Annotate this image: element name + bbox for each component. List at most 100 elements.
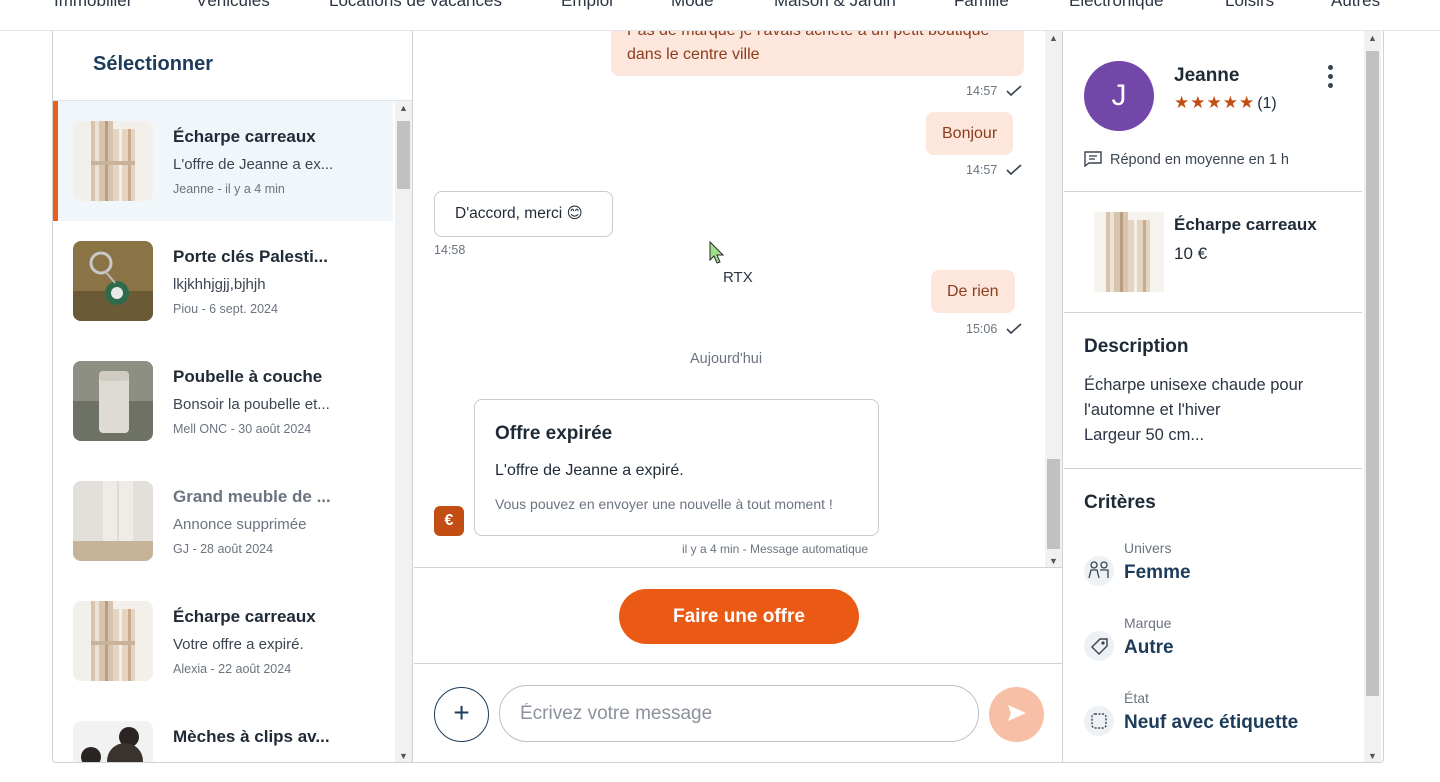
description-line: Largeur 50 cm...	[1084, 426, 1205, 444]
message-text: Bonjour	[942, 125, 998, 142]
product-title[interactable]: Écharpe carreaux	[1174, 215, 1317, 235]
description-line: l'automne et l'hiver	[1084, 401, 1221, 419]
day-separator: Aujourd'hui	[690, 351, 763, 367]
offer-card-title: Offre expirée	[495, 423, 613, 444]
offer-action-area: Faire une offre	[414, 568, 1063, 664]
expired-offer-card: Offre expirée L'offre de Jeanne a expiré…	[474, 399, 879, 536]
conversation-title: Porte clés Palesti...	[173, 247, 328, 266]
conversation-item[interactable]: Porte clés Palesti... lkjkhhjgjj,bjhjh P…	[53, 221, 393, 341]
make-offer-button[interactable]: Faire une offre	[619, 589, 859, 644]
euro-shield-icon: €	[434, 506, 464, 536]
message-text: De rien	[947, 283, 999, 300]
message-time: 14:57	[966, 163, 998, 177]
rating-count[interactable]: (1)	[1257, 95, 1277, 112]
nav-item-vehicules[interactable]: Véhicules	[196, 0, 270, 11]
conversation-list: Écharpe carreaux L'offre de Jeanne a ex.…	[53, 101, 393, 762]
message-time: 14:58	[434, 243, 466, 257]
messaging-frame: Sélectionner Écharpe carreaux L'offre de…	[52, 31, 1384, 763]
nav-item-locations[interactable]: Locations de vacances	[329, 0, 502, 11]
details-panel: J Jeanne ★★★★★ (1) Répond en moyenne en 1…	[1064, 31, 1364, 762]
read-check-icon	[1006, 323, 1022, 335]
conversation-item[interactable]: Mèches à clips av...	[53, 701, 393, 762]
euro-symbol: €	[444, 512, 454, 529]
nav-item-electronique[interactable]: Électronique	[1069, 0, 1164, 11]
criteria-label: Marque	[1124, 615, 1172, 631]
nav-item-loisirs[interactable]: Loisirs	[1225, 0, 1274, 11]
attach-plus-button[interactable]: +	[434, 687, 489, 742]
message-text: Pas de marque je l'avais acheté à un pet…	[627, 31, 1008, 43]
scarf-thumbnail	[73, 601, 153, 681]
people-icon	[1084, 556, 1114, 586]
select-header[interactable]: Sélectionner	[53, 31, 412, 101]
select-label: Sélectionner	[93, 53, 214, 75]
scroll-up-icon[interactable]: ▲	[1368, 33, 1377, 43]
description-line: Écharpe unisexe chaude pour	[1084, 376, 1304, 394]
conversation-title: Écharpe carreaux	[173, 127, 316, 146]
nav-item-immobilier[interactable]: Immobilier	[54, 0, 132, 11]
conversation-item[interactable]: Poubelle à couche Bonsoir la poubelle et…	[53, 341, 393, 461]
conversation-meta: Jeanne - il y a 4 min	[173, 182, 285, 196]
send-button[interactable]	[989, 687, 1044, 742]
avatar-initial: J	[1111, 79, 1127, 112]
criteria-label: Univers	[1124, 540, 1172, 556]
conversation-title: Grand meuble de ...	[173, 487, 331, 506]
conversation-snippet: L'offre de Jeanne a ex...	[173, 156, 334, 173]
seller-name[interactable]: Jeanne	[1174, 65, 1239, 87]
conversation-meta: Mell ONC - 30 août 2024	[173, 422, 312, 436]
conversation-meta: Alexia - 22 août 2024	[173, 662, 292, 676]
nav-item-mode[interactable]: Mode	[671, 0, 714, 11]
compose-bar: +	[414, 664, 1063, 762]
scrollbar-thumb[interactable]	[1047, 459, 1060, 549]
criteria-title: Critères	[1084, 492, 1156, 513]
read-check-icon	[1006, 85, 1022, 97]
scroll-down-icon[interactable]: ▼	[1049, 556, 1058, 566]
conversation-snippet: Annonce supprimée	[173, 516, 307, 533]
criteria-etat: État Neuf avec étiquette	[1084, 690, 1344, 750]
message-thread: Pas de marque je l'avais acheté à un pet…	[414, 31, 1063, 568]
badge-icon	[1084, 706, 1114, 736]
nav-item-maison[interactable]: Maison & Jardin	[774, 0, 896, 11]
product-section[interactable]	[1064, 192, 1362, 313]
scroll-up-icon[interactable]: ▲	[399, 103, 408, 113]
criteria-value: Femme	[1124, 562, 1191, 583]
offer-card-note: Vous pouvez en envoyer une nouvelle à to…	[495, 496, 833, 512]
details-scrollbar[interactable]: ▲ ▼	[1364, 31, 1381, 762]
outgoing-message: Pas de marque je l'avais acheté à un pet…	[611, 31, 1024, 76]
scarf-thumbnail	[73, 121, 153, 201]
offer-card-body: L'offre de Jeanne a expiré.	[495, 462, 684, 479]
criteria-label: État	[1124, 690, 1149, 706]
scrollbar-thumb[interactable]	[397, 121, 410, 189]
nav-item-famille[interactable]: Famille	[954, 0, 1009, 11]
nav-item-autres[interactable]: Autres	[1331, 0, 1380, 11]
response-text: Répond en moyenne en 1 h	[1110, 152, 1289, 168]
offer-card-footer: il y a 4 min - Message automatique	[682, 542, 869, 556]
conversation-item[interactable]: Écharpe carreaux L'offre de Jeanne a ex.…	[53, 101, 393, 221]
keychain-thumbnail	[73, 241, 153, 321]
conversation-item[interactable]: Écharpe carreaux Votre offre a expiré. A…	[53, 581, 393, 701]
criteria-value: Autre	[1124, 637, 1174, 658]
scroll-up-icon[interactable]: ▲	[1049, 33, 1058, 43]
star-icons: ★★★★★	[1174, 93, 1256, 112]
conversation-scrollbar[interactable]: ▲ ▼	[395, 101, 412, 762]
cursor-label: RTX	[723, 269, 753, 286]
scroll-down-icon[interactable]: ▼	[399, 751, 408, 761]
nav-item-emploi[interactable]: Emploi	[561, 0, 613, 11]
criteria-value: Neuf avec étiquette	[1124, 712, 1299, 733]
conversation-title: Écharpe carreaux	[173, 607, 316, 626]
conversation-snippet: Bonsoir la poubelle et...	[173, 396, 330, 413]
chat-scrollbar[interactable]: ▲ ▼	[1045, 31, 1062, 567]
message-time: 15:06	[966, 322, 998, 336]
send-icon	[1007, 705, 1026, 721]
scroll-down-icon[interactable]: ▼	[1368, 751, 1377, 761]
scrollbar-thumb[interactable]	[1366, 51, 1379, 696]
conversation-meta: GJ - 28 août 2024	[173, 542, 274, 556]
response-time: Répond en moyenne en 1 h	[1084, 151, 1289, 168]
conversation-title: Poubelle à couche	[173, 367, 323, 386]
conversation-item[interactable]: Grand meuble de ... Annonce supprimée GJ…	[53, 461, 393, 581]
tag-icon	[1084, 631, 1114, 661]
furniture-thumbnail	[73, 481, 153, 561]
avatar[interactable]: J	[1084, 61, 1154, 131]
message-input[interactable]	[499, 685, 979, 742]
read-check-icon	[1006, 164, 1022, 176]
more-options-icon[interactable]	[1324, 65, 1336, 93]
